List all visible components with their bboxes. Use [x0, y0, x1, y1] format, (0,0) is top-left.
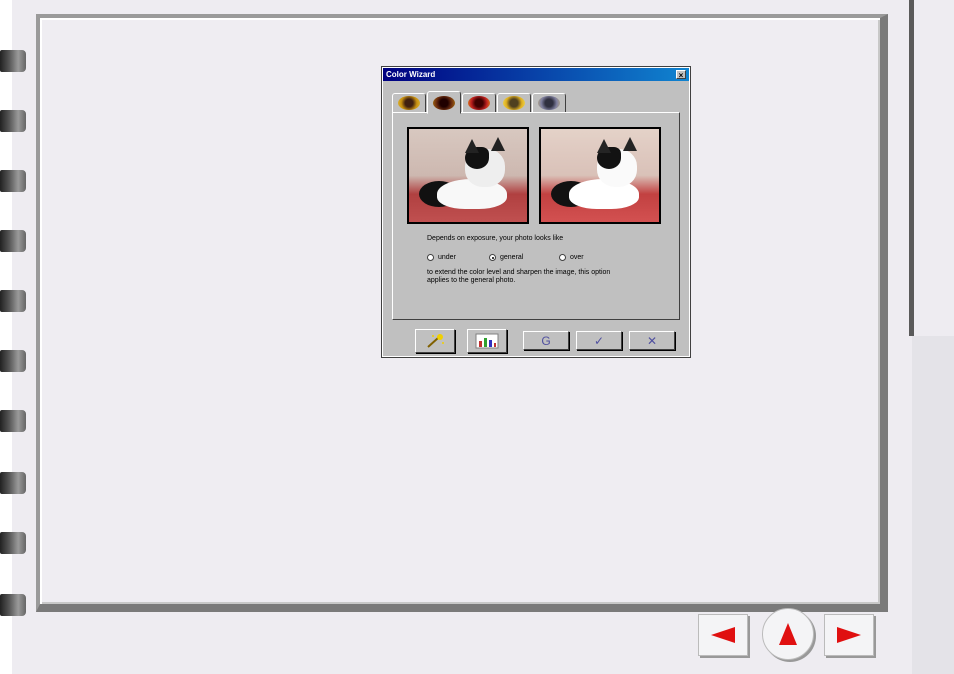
option-over-label: over: [570, 254, 584, 261]
binder-ring: [0, 472, 26, 494]
description-line-1: to extend the color level and sharpen th…: [427, 269, 611, 276]
sunflower-dark-icon: [433, 95, 455, 110]
magic-wand-icon: [427, 334, 444, 348]
sunflower-red-icon: [468, 96, 490, 110]
reset-button[interactable]: G: [523, 331, 569, 350]
sunflower-icon: [398, 96, 420, 110]
tab-2[interactable]: [427, 91, 461, 114]
binder-ring: [0, 594, 26, 616]
binder-ring: [0, 230, 26, 252]
sunflower-yellow-icon: [503, 96, 525, 110]
description-line-2: applies to the general photo.: [427, 277, 516, 284]
next-page-icon: [837, 627, 861, 643]
tab-3[interactable]: [462, 93, 496, 113]
option-under[interactable]: under: [427, 254, 489, 261]
sunflower-gray-icon: [538, 96, 560, 110]
home-up-icon: [779, 623, 797, 645]
next-page-button[interactable]: [824, 614, 874, 656]
reset-icon: G: [541, 333, 551, 348]
option-general-label: general: [500, 254, 524, 261]
check-icon: ✓: [593, 333, 605, 348]
tab-4[interactable]: [497, 93, 531, 113]
option-over[interactable]: over: [559, 254, 584, 261]
tab-1[interactable]: [392, 93, 426, 113]
histogram-icon: [475, 333, 499, 349]
radio-under[interactable]: [427, 254, 434, 261]
histogram-button[interactable]: [467, 329, 507, 353]
radio-over[interactable]: [559, 254, 566, 261]
option-under-label: under: [438, 254, 456, 261]
binder-ring: [0, 50, 26, 72]
ok-button[interactable]: ✓: [576, 331, 622, 350]
preview-photo: [539, 127, 661, 224]
color-wizard-dialog: Color Wizard × Depends on exposure, your…: [381, 66, 691, 358]
side-panel: [912, 336, 954, 674]
page-divider: [909, 0, 914, 336]
binder-ring: [0, 290, 26, 312]
binder-ring: [0, 350, 26, 372]
original-photo: [407, 127, 529, 224]
binder-ring: [0, 110, 26, 132]
cancel-icon: ✕: [646, 333, 658, 348]
binder-ring: [0, 410, 26, 432]
tab-panel: Depends on exposure, your photo looks li…: [392, 112, 680, 320]
close-button[interactable]: ×: [676, 70, 686, 80]
binder-ring: [0, 532, 26, 554]
magic-wand-button[interactable]: [415, 329, 455, 353]
home-button[interactable]: [762, 608, 814, 660]
prev-page-button[interactable]: [698, 614, 748, 656]
option-general[interactable]: general: [489, 254, 559, 261]
exposure-prompt: Depends on exposure, your photo looks li…: [427, 235, 564, 242]
dialog-title: Color Wizard: [386, 70, 436, 79]
tab-5[interactable]: [532, 93, 566, 113]
prev-page-icon: [711, 627, 735, 643]
exposure-options: under general over: [427, 254, 657, 261]
dialog-titlebar: Color Wizard ×: [383, 68, 689, 81]
radio-general[interactable]: [489, 254, 496, 261]
tab-bar: [392, 91, 567, 114]
cancel-button[interactable]: ✕: [629, 331, 675, 350]
page-left-margin: [0, 0, 12, 674]
binder-ring: [0, 170, 26, 192]
